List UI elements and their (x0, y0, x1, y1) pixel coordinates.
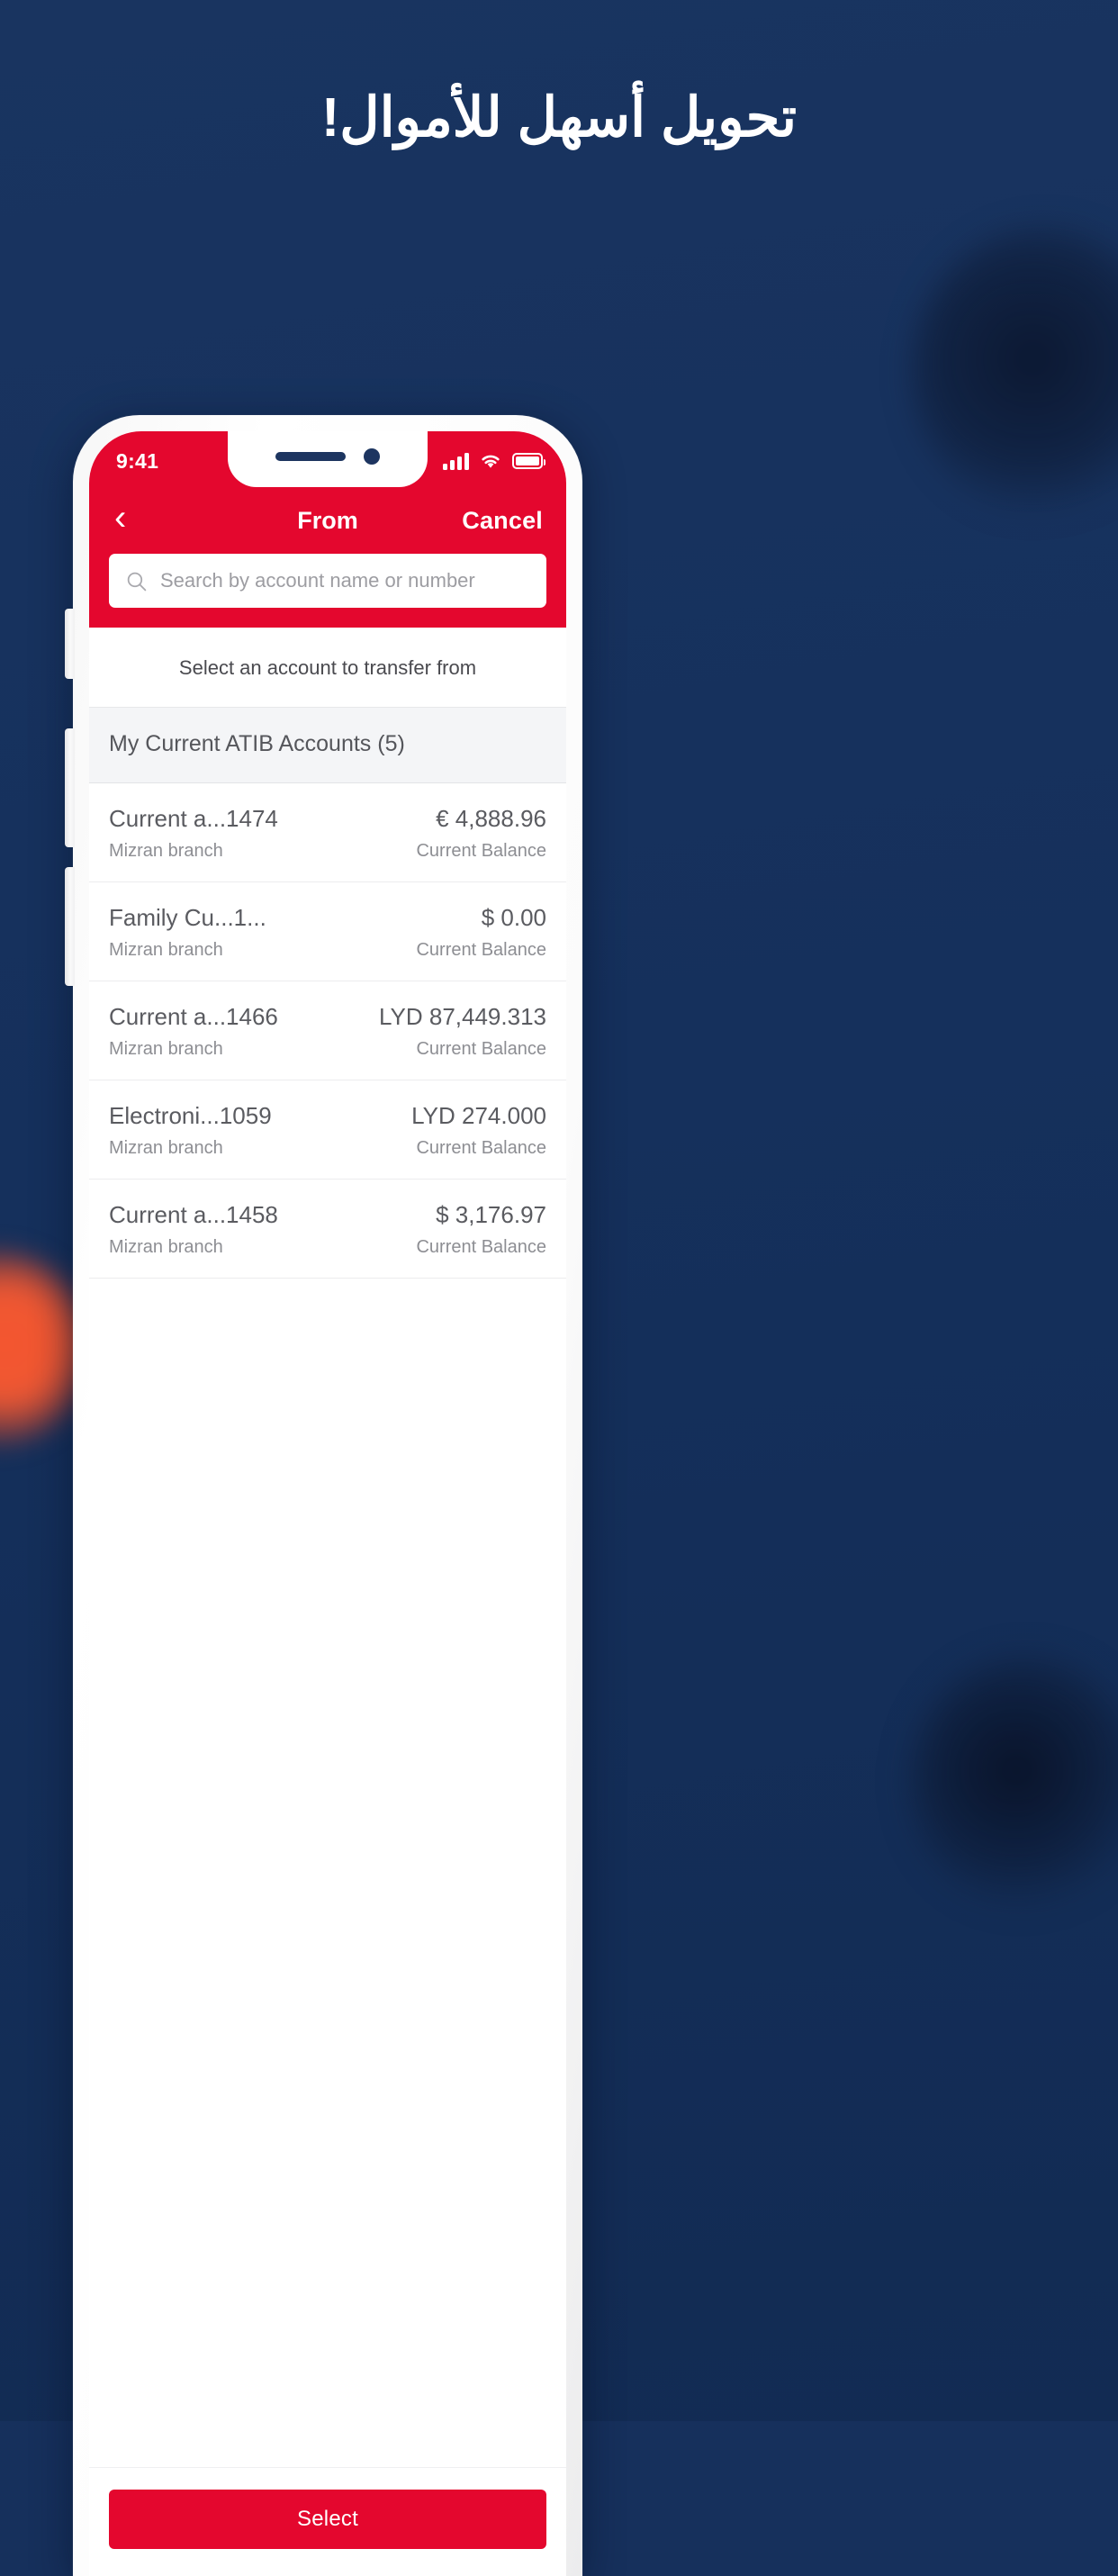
account-info: Current a...1474 Mizran branch (109, 805, 278, 862)
account-balance: LYD 274.000 (411, 1102, 546, 1129)
account-balance-label: Current Balance (416, 940, 546, 960)
wifi-icon (482, 455, 500, 468)
selection-subtitle: Select an account to transfer from (178, 656, 477, 679)
table-row[interactable]: Current a...1474 Mizran branch € 4,888.9… (89, 783, 566, 882)
account-info: Current a...1458 Mizran branch (109, 1201, 278, 1258)
account-branch: Mizran branch (109, 1237, 223, 1257)
back-chevron-icon[interactable]: ‹ (114, 500, 156, 536)
account-info: Current a...1466 Mizran branch (109, 1003, 278, 1060)
phone-body: 9:41 ‹ From Cancel Search by account nam… (65, 415, 582, 2576)
account-balance-label: Current Balance (416, 1039, 546, 1059)
account-branch: Mizran branch (109, 841, 223, 861)
account-name: Current a...1458 (109, 1201, 278, 1228)
search-row: Search by account name or number (89, 554, 566, 628)
account-group-header: My Current ATIB Accounts (5) (89, 707, 566, 783)
promo-headline: تحويل أسهل للأموال! (320, 86, 798, 148)
phone-mockup: 9:41 ‹ From Cancel Search by account nam… (65, 415, 1047, 2576)
select-button[interactable]: Select (109, 2490, 546, 2549)
account-balance-label: Current Balance (416, 841, 546, 861)
account-balance-info: $ 0.00 Current Balance (416, 904, 546, 961)
account-balance-label: Current Balance (416, 1237, 546, 1257)
account-selection-content: Select an account to transfer from My Cu… (89, 628, 566, 2576)
table-row[interactable]: Family Cu...1... Mizran branch $ 0.00 Cu… (89, 882, 566, 981)
account-balance-info: $ 3,176.97 Current Balance (416, 1201, 546, 1258)
footer-action-bar: Select (89, 2468, 566, 2576)
phone-volume-down-button[interactable] (65, 867, 75, 986)
account-name: Current a...1474 (109, 805, 278, 832)
account-balance: $ 3,176.97 (436, 1201, 546, 1228)
account-info: Family Cu...1... Mizran branch (109, 904, 266, 961)
status-bar-icons (443, 452, 545, 470)
account-balance: $ 0.00 (481, 904, 546, 931)
account-list: Current a...1474 Mizran branch € 4,888.9… (89, 783, 566, 1279)
account-balance-info: LYD 87,449.313 Current Balance (379, 1003, 546, 1060)
phone-notch (228, 431, 428, 487)
table-row[interactable]: Electroni...1059 Mizran branch LYD 274.0… (89, 1080, 566, 1180)
account-name: Family Cu...1... (109, 904, 266, 931)
phone-mute-switch[interactable] (65, 609, 75, 679)
speaker-grill-icon (275, 452, 346, 461)
list-empty-space (89, 1279, 566, 2468)
phone-volume-up-button[interactable] (65, 728, 75, 847)
account-branch: Mizran branch (109, 940, 223, 960)
account-balance-info: € 4,888.96 Current Balance (416, 805, 546, 862)
account-balance-label: Current Balance (416, 1138, 546, 1158)
status-bar-time: 9:41 (116, 448, 159, 473)
phone-screen: 9:41 ‹ From Cancel Search by account nam… (89, 431, 566, 2576)
account-balance: LYD 87,449.313 (379, 1003, 546, 1030)
cellular-signal-icon (443, 452, 469, 470)
account-balance-info: LYD 274.000 Current Balance (411, 1102, 546, 1159)
account-balance: € 4,888.96 (436, 805, 546, 832)
app-top-bar: 9:41 ‹ From Cancel Search by account nam… (89, 431, 566, 628)
account-name: Current a...1466 (109, 1003, 278, 1030)
account-name: Electroni...1059 (109, 1102, 272, 1129)
navigation-bar: ‹ From Cancel (89, 487, 566, 554)
account-branch: Mizran branch (109, 1039, 223, 1059)
account-branch: Mizran branch (109, 1138, 223, 1158)
cancel-button[interactable]: Cancel (462, 507, 543, 535)
search-icon (127, 572, 147, 591)
table-row[interactable]: Current a...1458 Mizran branch $ 3,176.9… (89, 1180, 566, 1279)
search-input[interactable]: Search by account name or number (109, 554, 546, 608)
front-camera-icon (364, 448, 380, 465)
table-row[interactable]: Current a...1466 Mizran branch LYD 87,44… (89, 981, 566, 1080)
account-info: Electroni...1059 Mizran branch (109, 1102, 272, 1159)
search-placeholder: Search by account name or number (160, 569, 475, 592)
battery-full-icon (512, 453, 545, 469)
